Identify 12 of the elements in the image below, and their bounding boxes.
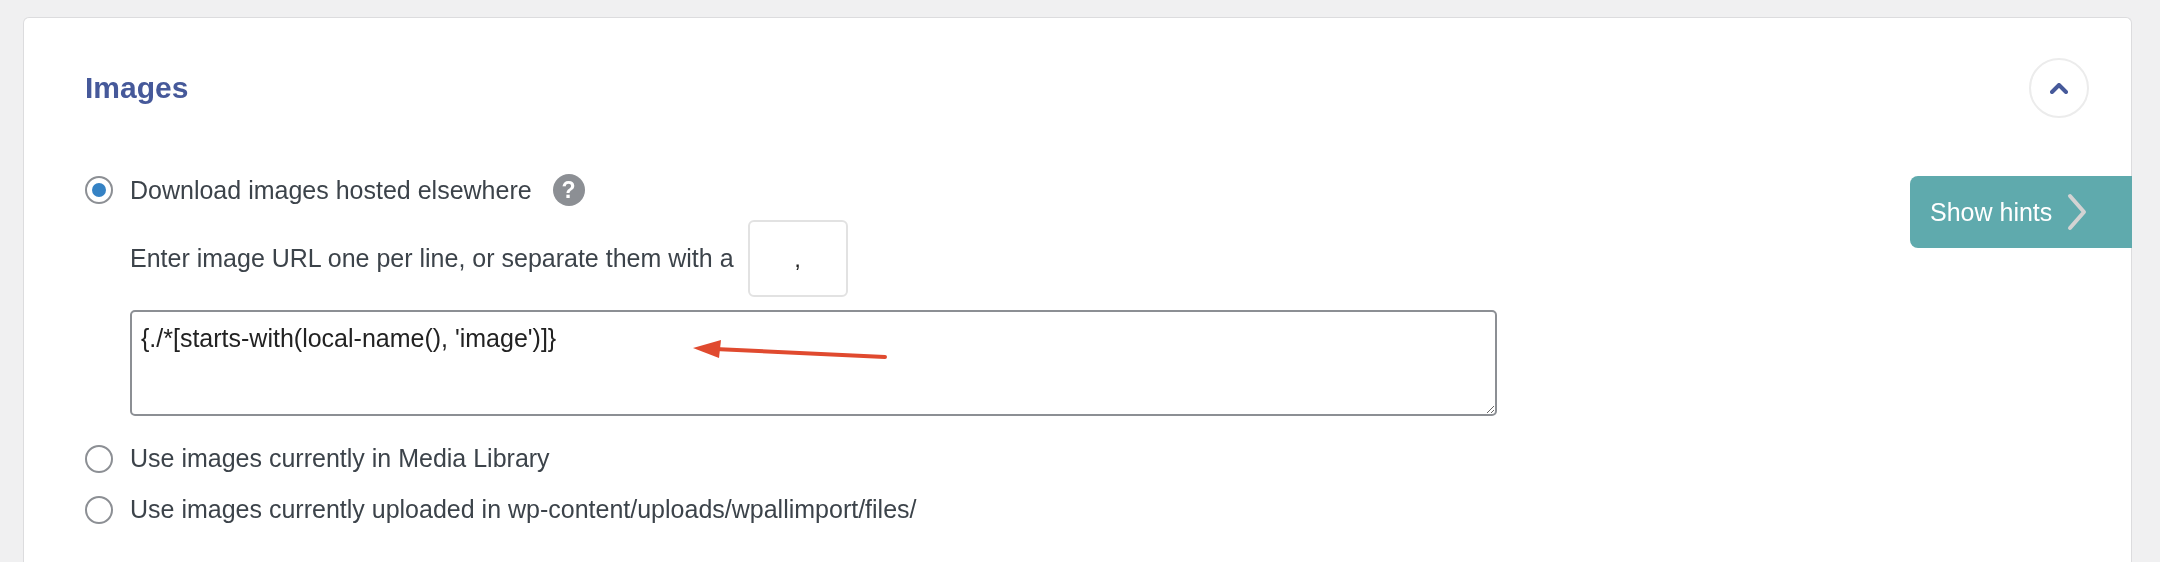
- option-label: Download images hosted elsewhere: [130, 175, 532, 205]
- radio-button[interactable]: [85, 176, 113, 204]
- image-url-field[interactable]: {./*[starts-with(local-name(), 'image')]}: [130, 310, 1497, 416]
- radio-button[interactable]: [85, 444, 113, 473]
- radio-button[interactable]: [85, 495, 113, 524]
- chevron-up-icon: [2050, 82, 2068, 94]
- option-label: Use images currently uploaded in wp-content/uploads/wpallimport/files/: [130, 495, 917, 524]
- chevron-right-icon: [2066, 192, 2089, 232]
- option-label: Use images currently in Media Library: [130, 444, 550, 473]
- section-title: Images: [85, 71, 189, 105]
- separator-field[interactable]: ,: [747, 220, 848, 297]
- hint-text: Enter image URL one per line, or separate them with a: [130, 244, 734, 273]
